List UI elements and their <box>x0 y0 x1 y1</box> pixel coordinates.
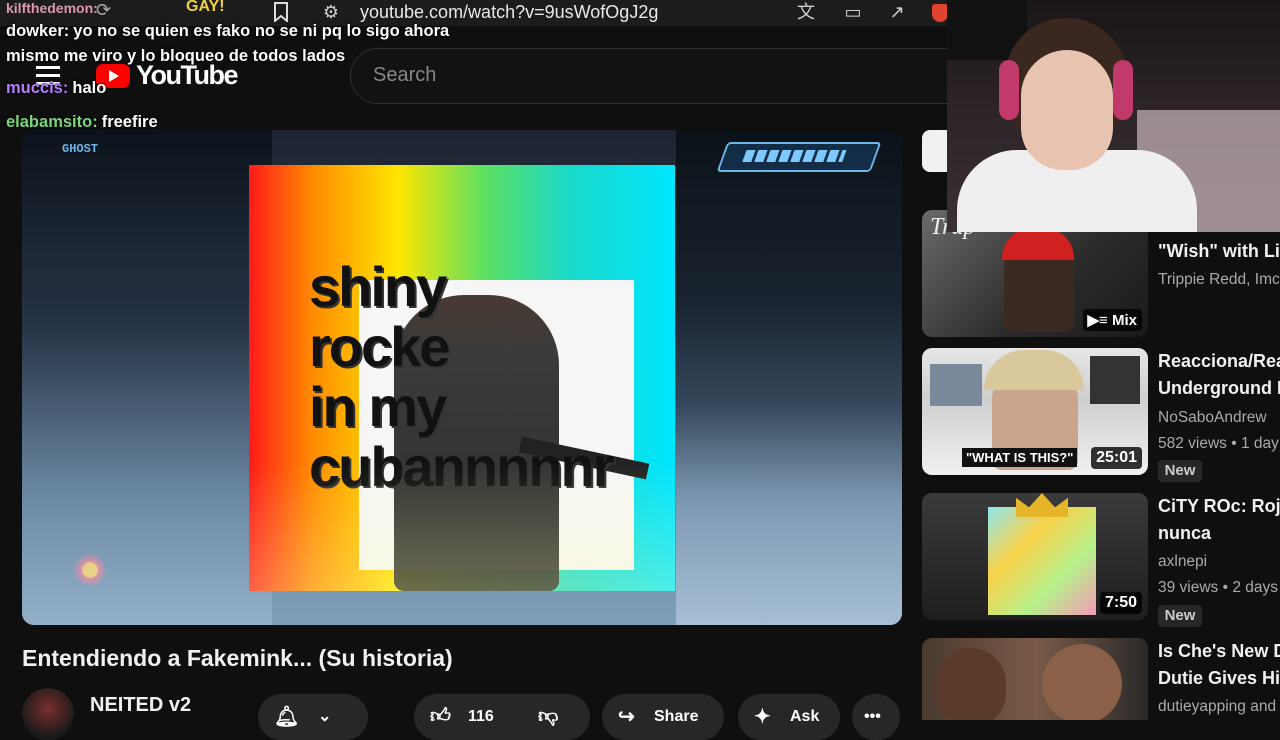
channel-name[interactable]: NEITED v2 <box>90 694 191 717</box>
bookmark-icon[interactable] <box>270 2 292 24</box>
thumbnail-hair <box>984 350 1084 390</box>
rainbow-overlay-image: shiny rocke in my cubannnnnr <box>249 165 675 591</box>
gay-emote-icon: GAY! <box>186 0 225 15</box>
ask-button[interactable]: ✦ Ask <box>738 694 840 740</box>
new-badge: New <box>1158 605 1202 627</box>
thumbs-up-icon[interactable]: 👍︎ <box>430 704 451 728</box>
brave-shield-icon[interactable] <box>932 4 948 22</box>
chat-text: yo no se quien es fako no se ni pq lo si… <box>73 22 450 40</box>
hud-radar <box>70 550 110 590</box>
ask-label: Ask <box>790 708 820 725</box>
share-label: Share <box>654 708 699 725</box>
search-placeholder: Search <box>373 64 437 86</box>
share-icon: ↪ <box>618 706 635 728</box>
recommendation-title-line2[interactable]: Dutie Gives His <box>1158 665 1280 692</box>
chat-text: mismo me viro y lo bloqueo de todos lado… <box>6 47 346 65</box>
overlay-caption: shiny rocke in my cubannnnnr <box>309 255 615 498</box>
chat-text: freefire <box>101 113 158 131</box>
like-count: 116 <box>468 708 494 725</box>
new-badge: New <box>1158 460 1202 482</box>
recommendation-channel[interactable]: NoSaboAndrew <box>1158 409 1267 427</box>
recommendation-channel[interactable]: axlnepi <box>1158 553 1207 571</box>
chat-message: dowker: yo no se quien es fako no se ni p… <box>6 22 449 41</box>
share-page-icon[interactable]: ↗ <box>886 2 908 22</box>
recommendation-title[interactable]: Is Che's New D <box>1158 638 1280 665</box>
thumbnail-inset <box>930 364 982 406</box>
mix-badge: ▶≡ Mix <box>1082 309 1142 331</box>
channel-avatar[interactable] <box>22 688 74 740</box>
sparkle-icon: ✦ <box>754 706 771 728</box>
recommendation-thumbnail[interactable]: "WHAT IS THIS?" 25:01 <box>922 348 1148 475</box>
hud-shield-bar <box>716 142 882 172</box>
share-button[interactable]: ↪ Share <box>602 694 724 740</box>
chat-text: halo <box>72 79 107 97</box>
chat-username: muccis: <box>6 79 69 97</box>
recommendation-channel[interactable]: Trippie Redd, Imc <box>1158 271 1280 289</box>
more-icon: ••• <box>864 708 881 725</box>
rifle-shape <box>518 436 650 480</box>
recommendation-meta: 39 views • 2 days <box>1158 579 1279 596</box>
translate-icon[interactable]: 文 <box>795 2 817 22</box>
recommendation-thumbnail[interactable] <box>922 638 1148 720</box>
video-duration: 25:01 <box>1091 447 1142 469</box>
video-title: Entendiendo a Fakemink... (Su historia) <box>22 645 453 671</box>
video-duration: 7:50 <box>1099 592 1142 614</box>
webcam-overlay <box>947 0 1280 232</box>
chevron-down-icon: ⌄ <box>318 708 332 725</box>
thumbnail-album-art <box>988 507 1096 615</box>
video-player[interactable]: GHOST shiny rocke in my cubannnnnr <box>22 130 902 625</box>
crown-icon <box>1016 493 1068 517</box>
bell-icon: 🔔︎ <box>274 706 300 728</box>
person-figure <box>394 295 559 591</box>
headset-right-icon <box>1113 60 1133 120</box>
headset-left-icon <box>999 60 1019 120</box>
reload-icon[interactable]: ⟳ <box>96 0 111 21</box>
white-panel <box>359 280 634 570</box>
video-scene-left <box>22 130 272 625</box>
recommendation-title-line2[interactable]: nunca <box>1158 520 1211 547</box>
thumbnail-red-hat <box>1002 228 1074 260</box>
video-scene-right <box>676 130 902 625</box>
recommendation-thumbnail[interactable]: 7:50 <box>922 493 1148 620</box>
thumbnail-inset <box>1090 356 1140 404</box>
thumbnail-caption: "WHAT IS THIS?" <box>962 448 1078 467</box>
recommendation-title[interactable]: CiTY ROc: Roju <box>1158 493 1280 520</box>
recommendation-channel[interactable]: dutieyapping and <box>1158 698 1276 716</box>
recommendation-title-line2[interactable]: Underground L <box>1158 375 1280 402</box>
more-actions-button[interactable]: ••• <box>852 694 900 740</box>
site-settings-icon[interactable]: ⚙ <box>320 2 342 22</box>
chat-message-continued: mismo me viro y lo bloqueo de todos lado… <box>6 47 345 66</box>
like-dislike-group[interactable]: 👍︎ 116 👎︎ <box>414 694 590 740</box>
notification-bell-button[interactable]: 🔔︎ ⌄ <box>258 694 368 740</box>
hud-label: GHOST <box>62 142 99 156</box>
address-bar[interactable]: youtube.com/watch?v=9usWofOgJ2g <box>360 2 658 23</box>
thumbnail-person <box>1042 644 1122 720</box>
thumbnail-person <box>936 648 1006 720</box>
thumbs-down-icon[interactable]: 👎︎ <box>538 704 558 728</box>
playlist-icon: ▶≡ <box>1087 312 1112 329</box>
recommendation-title[interactable]: Reacciona/Rea <box>1158 348 1280 375</box>
recommendation-meta: 582 views • 1 day <box>1158 435 1279 452</box>
toolbar-fragment: kilfthedemon: <box>6 0 98 16</box>
chat-username: elabamsito: <box>6 113 98 131</box>
chat-message: muccis: halo <box>6 79 106 98</box>
chat-username: dowker: <box>6 22 70 40</box>
cast-icon[interactable]: ▭ <box>842 2 864 22</box>
streamer-face <box>1021 50 1113 170</box>
search-input[interactable]: Search <box>350 48 952 104</box>
recommendation-title[interactable]: "Wish" with Liv <box>1158 238 1280 265</box>
